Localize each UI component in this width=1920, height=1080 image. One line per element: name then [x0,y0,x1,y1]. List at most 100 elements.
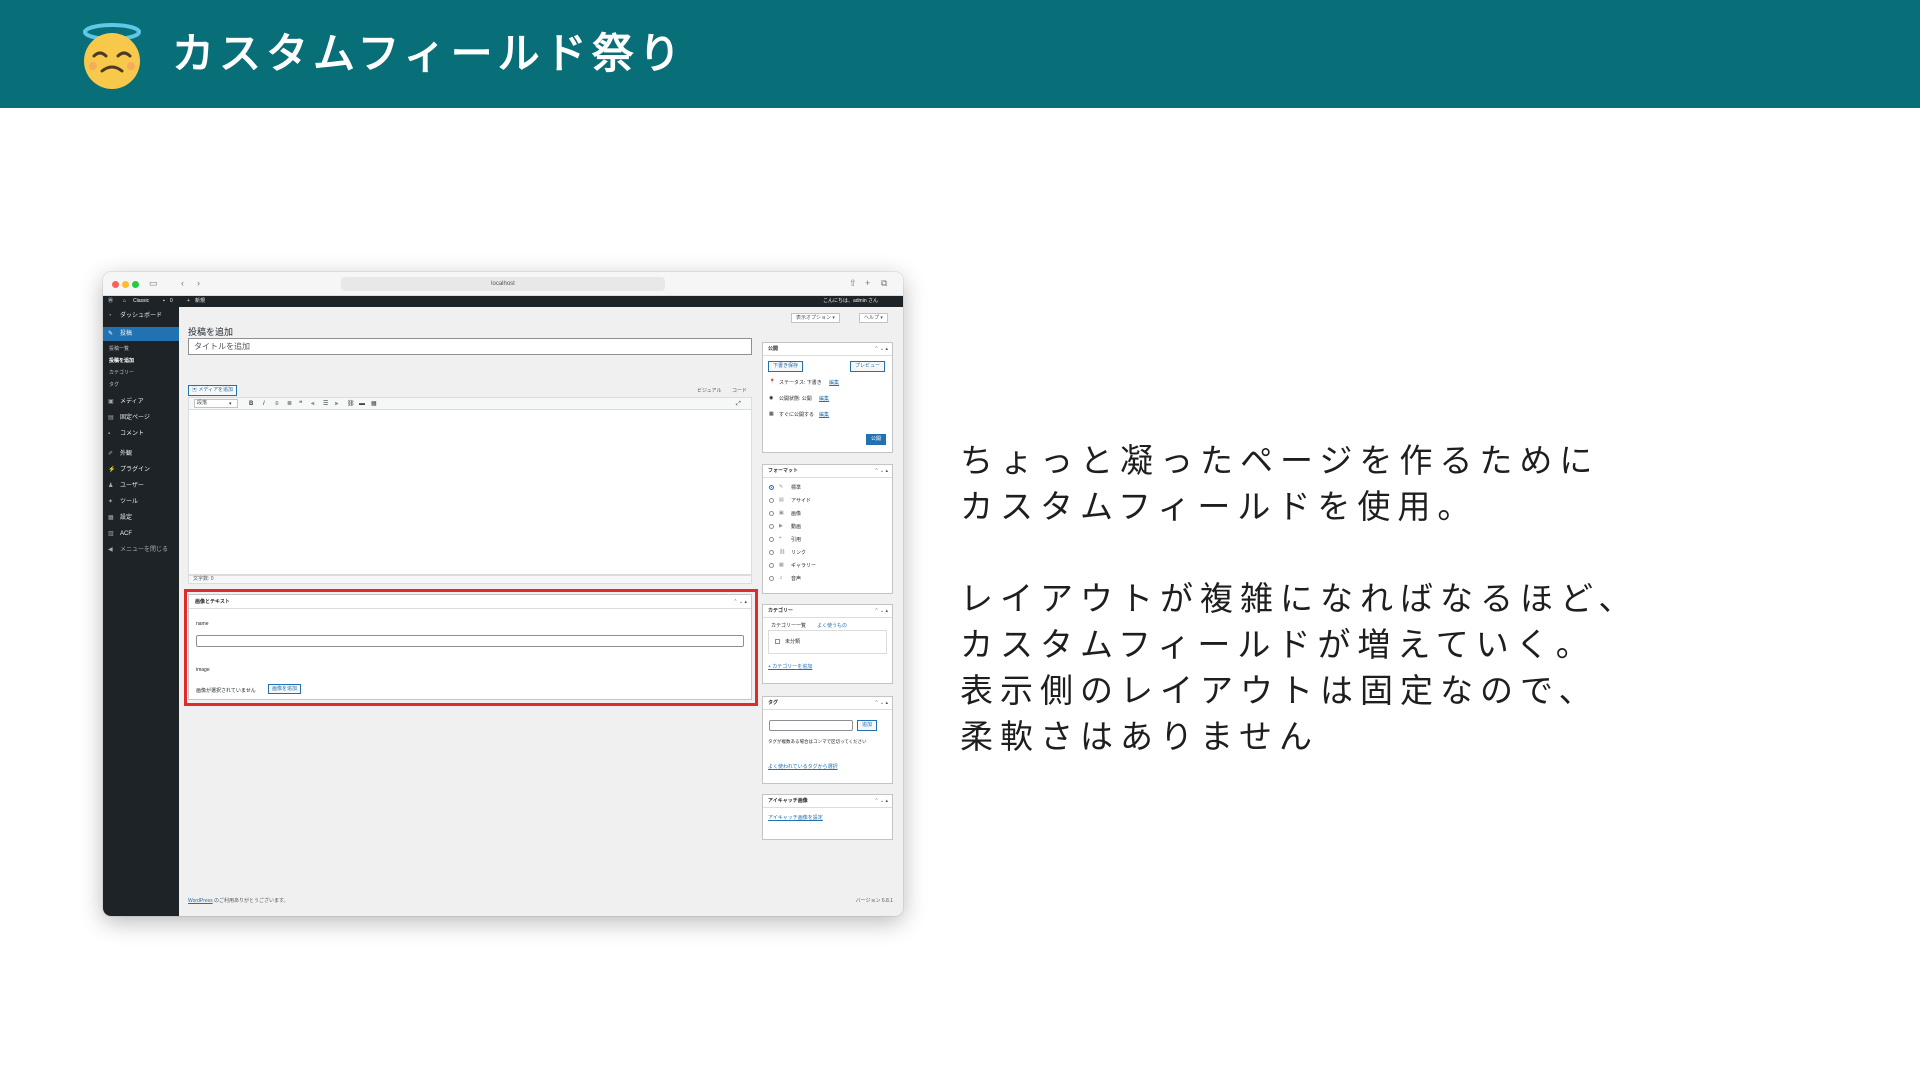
format-label: 音声 [791,576,802,582]
submenu-category[interactable]: カテゴリー [109,369,134,376]
box-controls-icon[interactable]: ⌃ ⌄ ▴ [874,343,888,356]
new-tab-icon[interactable]: + [865,277,870,289]
set-featured-image-link[interactable]: アイキャッチ画像を設定 [768,814,823,821]
pin-icon: 📍 [769,379,776,385]
classic-editor[interactable]: 段落 ▾ B I ≡ ≣ ❝ ⫷ ☰ ⫸ ⛓ ▬ ▦ ⤢ [188,397,752,575]
publish-box-header[interactable]: 公開 ⌃ ⌄ ▴ [763,343,892,356]
bullet-list-icon[interactable]: ≡ [275,398,279,410]
align-center-icon[interactable]: ☰ [323,398,328,410]
wp-logo-icon[interactable]: Ⓦ [108,296,113,307]
schedule-edit-link[interactable]: 編集 [819,411,829,418]
eye-icon: ◉ [769,395,774,401]
format-radio-quote[interactable] [769,537,774,542]
select-chevron-icon: ▾ [229,401,232,407]
tab-code[interactable]: コード [732,387,747,394]
menu-item-acf[interactable]: ▥ ACF [103,527,179,541]
menu-item-posts[interactable]: ✎ 投稿 [103,327,179,341]
plus-icon[interactable]: + [187,296,190,307]
admin-footer-version: バージョン 6.8.1 [855,898,893,904]
submenu-tag[interactable]: タグ [109,381,119,388]
page-icon: ▤ [108,415,114,421]
admin-bar-comment-count[interactable]: 0 [170,296,173,307]
menu-item-pages[interactable]: ▤ 固定ページ [103,411,179,425]
add-category-link[interactable]: + カテゴリーを追加 [768,663,812,670]
box-controls-icon[interactable]: ⌃ ⌄ ▴ [874,697,888,710]
numbered-list-icon[interactable]: ≣ [287,398,292,410]
sidebar-toggle-icon[interactable]: ▭ [149,277,158,289]
admin-bar-site-name[interactable]: Classic [133,296,149,307]
home-icon[interactable]: ⌂ [123,296,126,307]
wp-admin-menu: ◔ ダッシュボード ✎ 投稿 投稿一覧 投稿を追加 カテゴリー タグ ▣ メディア ▤… [103,307,179,916]
post-title-input[interactable]: タイトルを追加 [188,338,752,355]
submenu-add-post[interactable]: 投稿を追加 [109,357,134,364]
tag-box-header[interactable]: タグ ⌃ ⌄ ▴ [763,697,892,710]
add-media-button[interactable]: ▣ メディアを追加 [188,385,238,396]
featured-image-box-header[interactable]: アイキャッチ画像 ⌃ ⌄ ▴ [763,795,892,808]
tab-visual[interactable]: ビジュアル [697,387,722,394]
box-controls-icon[interactable]: ⌃ ⌄ ▴ [874,605,888,618]
submenu-all-posts[interactable]: 投稿一覧 [109,345,129,352]
menu-item-dashboard[interactable]: ◔ ダッシュボード [103,309,179,323]
menu-item-appearance[interactable]: ✐ 外観 [103,447,179,461]
format-radio-aside[interactable] [769,498,774,503]
admin-bar-greeting[interactable]: こんにちは、admin さん [823,296,878,307]
close-dot-icon[interactable] [112,281,119,288]
tag-input[interactable] [769,720,853,731]
format-box-header[interactable]: フォーマット ⌃ ⌄ ▴ [763,465,892,478]
admin-bar-new[interactable]: 新規 [195,296,205,307]
tag-choose-link[interactable]: よく使われているタグから選択 [768,763,838,770]
more-tag-icon[interactable]: ▬ [359,398,365,410]
url-bar[interactable]: localhost [341,277,665,291]
box-controls-icon[interactable]: ⌃ ⌄ ▴ [874,465,888,478]
box-controls-icon[interactable]: ⌃ ⌄ ▴ [874,795,888,808]
halo-angel-face-icon [83,23,141,89]
format-radio-gallery[interactable] [769,563,774,568]
format-radio-audio[interactable] [769,576,774,581]
comment-bubble-icon[interactable]: ▪ [163,296,165,307]
menu-item-plugins[interactable]: ⚡ プラグイン [103,463,179,477]
menu-item-media[interactable]: ▣ メディア [103,395,179,409]
publish-schedule: すぐに公開する [779,412,815,418]
align-left-icon[interactable]: ⫷ [311,398,314,410]
back-icon[interactable]: ‹ [181,277,184,289]
toolbar-toggle-icon[interactable]: ▦ [371,398,377,410]
menu-item-collapse[interactable]: ◀ メニューを閉じる [103,543,179,557]
format-radio-standard[interactable] [769,485,774,490]
minimize-dot-icon[interactable] [122,281,129,288]
zoom-dot-icon[interactable] [132,281,139,288]
category-checkbox[interactable] [775,639,780,644]
link-icon[interactable]: ⛓ [347,398,355,410]
tag-add-button[interactable]: 追加 [857,720,878,731]
menu-item-settings[interactable]: ▦ 設定 [103,511,179,525]
menu-item-comments[interactable]: ▪ コメント [103,427,179,441]
wordpress-link[interactable]: WordPress [188,898,213,904]
preview-button[interactable]: プレビュー [850,361,886,372]
publish-status: ステータス: 下書き [779,380,822,386]
align-right-icon[interactable]: ⫸ [335,398,338,410]
publish-button[interactable]: 公開 [866,434,887,445]
help-button[interactable]: ヘルプ ▾ [859,313,888,323]
blockquote-icon[interactable]: ❝ [299,398,302,410]
body-line: カスタムフィールドを使用。 [960,487,1478,526]
bold-icon[interactable]: B [249,398,253,410]
save-draft-button[interactable]: 下書き保存 [768,361,804,372]
category-tab-all[interactable]: カテゴリー一覧 [771,622,806,629]
status-edit-link[interactable]: 編集 [829,379,839,386]
category-box-header[interactable]: カテゴリー ⌃ ⌄ ▴ [763,605,892,618]
format-radio-video[interactable] [769,524,774,529]
fullscreen-icon[interactable]: ⤢ [736,398,741,410]
tabs-overview-icon[interactable]: ⧉ [881,277,887,289]
format-radio-image[interactable] [769,511,774,516]
share-icon[interactable]: ⇧ [849,277,857,289]
menu-item-tools[interactable]: ✦ ツール [103,495,179,509]
visibility-edit-link[interactable]: 編集 [819,395,829,402]
format-radio-link[interactable] [769,550,774,555]
forward-icon[interactable]: › [197,277,200,289]
comment-icon: ▪ [108,431,111,437]
calendar-icon: ▦ [769,411,774,417]
body-line: ちょっと凝ったページを作るために [960,441,1600,480]
category-tab-popular[interactable]: よく使うもの [817,622,847,629]
menu-item-users[interactable]: ♟ ユーザー [103,479,179,493]
italic-icon[interactable]: I [263,398,265,410]
screen-options-button[interactable]: 表示オプション ▾ [791,313,840,323]
